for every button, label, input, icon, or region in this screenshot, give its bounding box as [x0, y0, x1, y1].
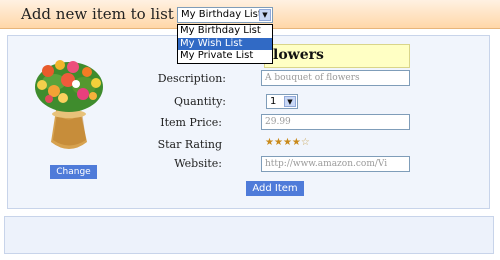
list-select[interactable]: My Birthday List ▼ [177, 7, 273, 23]
star-rating[interactable]: ★ ★ ★ ★ ☆ [265, 137, 310, 149]
star-icon[interactable]: ★ [274, 137, 283, 149]
quantity-label: Quantity: [173, 95, 226, 108]
star-icon[interactable]: ★ [283, 137, 292, 149]
item-title-box[interactable]: lowers [264, 44, 410, 68]
quantity-select[interactable]: 1 ▼ [266, 94, 298, 109]
change-image-button[interactable]: Change [50, 165, 97, 179]
price-input[interactable]: 29.99 [261, 114, 410, 130]
list-option-private[interactable]: My Private List [178, 50, 272, 63]
add-to-list-label: Add new item to list : [21, 5, 184, 23]
chevron-down-icon[interactable]: ▼ [259, 9, 271, 21]
website-input[interactable]: http://www.amazon.com/Vi [261, 156, 410, 172]
star-rating-label: Star Rating [157, 138, 222, 151]
quantity-value: 1 [270, 96, 277, 107]
item-title: lowers [273, 47, 324, 63]
add-item-button[interactable]: Add Item [246, 181, 304, 196]
price-label: Item Price: [160, 116, 222, 129]
description-input[interactable]: A bouquet of flowers [261, 70, 410, 86]
star-icon[interactable]: ★ [265, 137, 274, 149]
list-option-wish[interactable]: My Wish List [178, 37, 272, 50]
list-dropdown[interactable]: My Birthday List My Wish List My Private… [177, 24, 273, 64]
star-icon[interactable]: ☆ [301, 137, 310, 149]
star-icon[interactable]: ★ [292, 137, 301, 149]
flower-bouquet-image [35, 60, 103, 149]
chevron-down-icon[interactable]: ▼ [284, 96, 296, 107]
list-select-value: My Birthday List [181, 9, 262, 20]
description-label: Description: [157, 72, 226, 85]
footer-panel [4, 216, 494, 254]
website-label: Website: [174, 157, 222, 170]
list-option-birthday[interactable]: My Birthday List [178, 25, 272, 38]
